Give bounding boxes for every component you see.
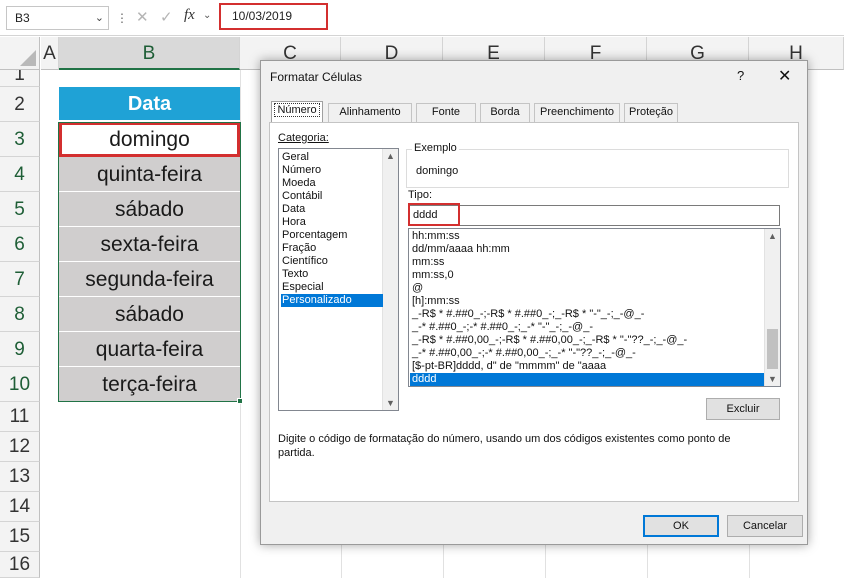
format-code-item[interactable]: [h]:mm:ss xyxy=(410,295,764,308)
tab-label: Número xyxy=(274,103,320,117)
category-item[interactable]: Porcentagem xyxy=(281,229,383,242)
type-highlight xyxy=(408,203,460,226)
enter-icon[interactable]: ✓ xyxy=(160,8,173,26)
category-item[interactable]: Texto xyxy=(281,268,383,281)
row-header-1[interactable]: 1 xyxy=(0,70,40,87)
format-code-item[interactable]: hh:mm:ss xyxy=(410,230,764,243)
tab-borda[interactable]: Borda xyxy=(480,103,530,122)
category-label-text: Categoria: xyxy=(278,132,329,144)
cell-b2-header[interactable]: Data xyxy=(59,87,240,121)
chevron-down-icon[interactable]: ⌄ xyxy=(203,10,211,21)
category-item[interactable]: Fração xyxy=(281,242,383,255)
format-cells-dialog: Formatar Células ? ✕ Número Alinhamento Fo… xyxy=(260,60,808,545)
scroll-up-icon[interactable]: ▲ xyxy=(386,151,395,161)
row-header-7[interactable]: 7 xyxy=(0,262,40,297)
format-code-item[interactable]: _-R$ * #.##0,00_-;-R$ * #.##0,00_-;_-R$ … xyxy=(410,334,764,347)
row-header-5[interactable]: 5 xyxy=(0,192,40,227)
delete-button[interactable]: Excluir xyxy=(706,398,780,420)
format-code-item[interactable]: mm:ss,0 xyxy=(410,269,764,282)
category-item[interactable]: Geral xyxy=(281,151,383,164)
ok-button[interactable]: OK xyxy=(643,515,719,537)
tab-fonte[interactable]: Fonte xyxy=(416,103,476,122)
tab-label: Proteção xyxy=(628,106,674,118)
scroll-thumb[interactable] xyxy=(767,329,778,369)
tab-label: Borda xyxy=(490,106,520,118)
tab-protecao[interactable]: Proteção xyxy=(624,103,678,122)
example-value: domingo xyxy=(416,165,459,177)
fill-handle[interactable] xyxy=(237,398,243,404)
chevron-down-icon[interactable]: ⌄ xyxy=(95,7,104,29)
category-scrollbar[interactable]: ▲ ▼ xyxy=(382,149,398,410)
tab-label: Preenchimento xyxy=(540,106,614,118)
select-all-corner[interactable] xyxy=(0,37,40,70)
excel-window: B3 ⌄ ⋮ ✕ ✓ fx ⌄ 10/03/2019 ABCDEFGH 1234… xyxy=(0,0,844,578)
format-code-item[interactable]: mm:ss xyxy=(410,256,764,269)
row-header-3[interactable]: 3 xyxy=(0,122,40,157)
category-item[interactable]: Especial xyxy=(281,281,383,294)
help-button[interactable]: ? xyxy=(737,68,744,83)
number-tab-panel: Categoria: ▲ ▼ Geral Número Moeda Contábil D… xyxy=(269,122,799,502)
format-code-item[interactable]: dd/mm/aaaa hh:mm xyxy=(410,243,764,256)
format-code-list[interactable]: ▲ ▼ hh:mm:ss dd/mm/aaaa hh:mm mm:ss mm:ss,0… xyxy=(408,228,781,387)
row-header-13[interactable]: 13 xyxy=(0,462,40,492)
scroll-up-icon[interactable]: ▲ xyxy=(768,231,777,241)
name-box[interactable]: B3 ⌄ xyxy=(6,6,109,30)
row-header-4[interactable]: 4 xyxy=(0,157,40,192)
selection-border xyxy=(58,122,241,402)
row-header-10[interactable]: 10 xyxy=(0,367,40,402)
tab-preenchimento[interactable]: Preenchimento xyxy=(534,103,620,122)
row-header-2[interactable]: 2 xyxy=(0,87,40,122)
cancel-button[interactable]: Cancelar xyxy=(727,515,803,537)
category-item[interactable]: Personalizado xyxy=(281,294,383,307)
scroll-down-icon[interactable]: ▼ xyxy=(768,374,777,384)
tab-label: Alinhamento xyxy=(339,106,401,118)
example-box: Exemplo domingo xyxy=(406,142,789,188)
name-box-value: B3 xyxy=(15,11,30,25)
category-item[interactable]: Contábil xyxy=(281,190,383,203)
tab-numero[interactable]: Número xyxy=(271,101,323,122)
cancel-icon[interactable]: ✕ xyxy=(136,8,149,26)
column-header-a[interactable]: A xyxy=(41,37,59,70)
type-input[interactable]: dddd xyxy=(408,205,780,226)
row-header-9[interactable]: 9 xyxy=(0,332,40,367)
category-list[interactable]: ▲ ▼ Geral Número Moeda Contábil Data Hora Porc… xyxy=(278,148,399,411)
tab-alinhamento[interactable]: Alinhamento xyxy=(328,103,412,122)
insert-function-icon[interactable]: fx xyxy=(184,7,195,24)
tab-label: Fonte xyxy=(431,106,461,118)
format-scrollbar[interactable]: ▲ ▼ xyxy=(764,229,780,386)
format-code-item[interactable]: [$-pt-BR]dddd, d" de "mmmm" de "aaaa xyxy=(410,360,764,373)
format-code-item[interactable]: _-* #.##0_-;-* #.##0_-;_-* "-"_-;_-@_- xyxy=(410,321,764,334)
scroll-down-icon[interactable]: ▼ xyxy=(386,398,395,408)
category-item[interactable]: Moeda xyxy=(281,177,383,190)
more-options-icon[interactable]: ⋮ xyxy=(116,11,128,25)
format-code-item[interactable]: _-* #.##0,00_-;-* #.##0,00_-;_-* "-"??_-… xyxy=(410,347,764,360)
category-item[interactable]: Data xyxy=(281,203,383,216)
formula-input[interactable]: 10/03/2019 xyxy=(219,3,328,30)
formula-bar: B3 ⌄ ⋮ ✕ ✓ fx ⌄ 10/03/2019 xyxy=(0,0,844,36)
close-button[interactable]: ✕ xyxy=(778,66,791,86)
row-header-11[interactable]: 11 xyxy=(0,402,40,432)
format-description: Digite o código de formatação do número,… xyxy=(278,433,731,459)
format-code-item[interactable]: dddd xyxy=(410,373,764,386)
column-header-b[interactable]: B xyxy=(59,37,240,70)
category-item[interactable]: Científico xyxy=(281,255,383,268)
category-item[interactable]: Hora xyxy=(281,216,383,229)
format-code-item[interactable]: @ xyxy=(410,282,764,295)
example-label: Exemplo xyxy=(412,142,459,154)
dialog-title: Formatar Células xyxy=(270,70,363,84)
row-header-12[interactable]: 12 xyxy=(0,432,40,462)
row-header-8[interactable]: 8 xyxy=(0,297,40,332)
row-header-14[interactable]: 14 xyxy=(0,492,40,522)
category-item[interactable]: Número xyxy=(281,164,383,177)
row-header-16[interactable]: 16 xyxy=(0,552,40,578)
format-code-item[interactable]: _-R$ * #.##0_-;-R$ * #.##0_-;_-R$ * "-"_… xyxy=(410,308,764,321)
category-label: Categoria: xyxy=(278,132,329,144)
type-label: Tipo: xyxy=(408,189,433,201)
row-header-6[interactable]: 6 xyxy=(0,227,40,262)
row-header-15[interactable]: 15 xyxy=(0,522,40,552)
